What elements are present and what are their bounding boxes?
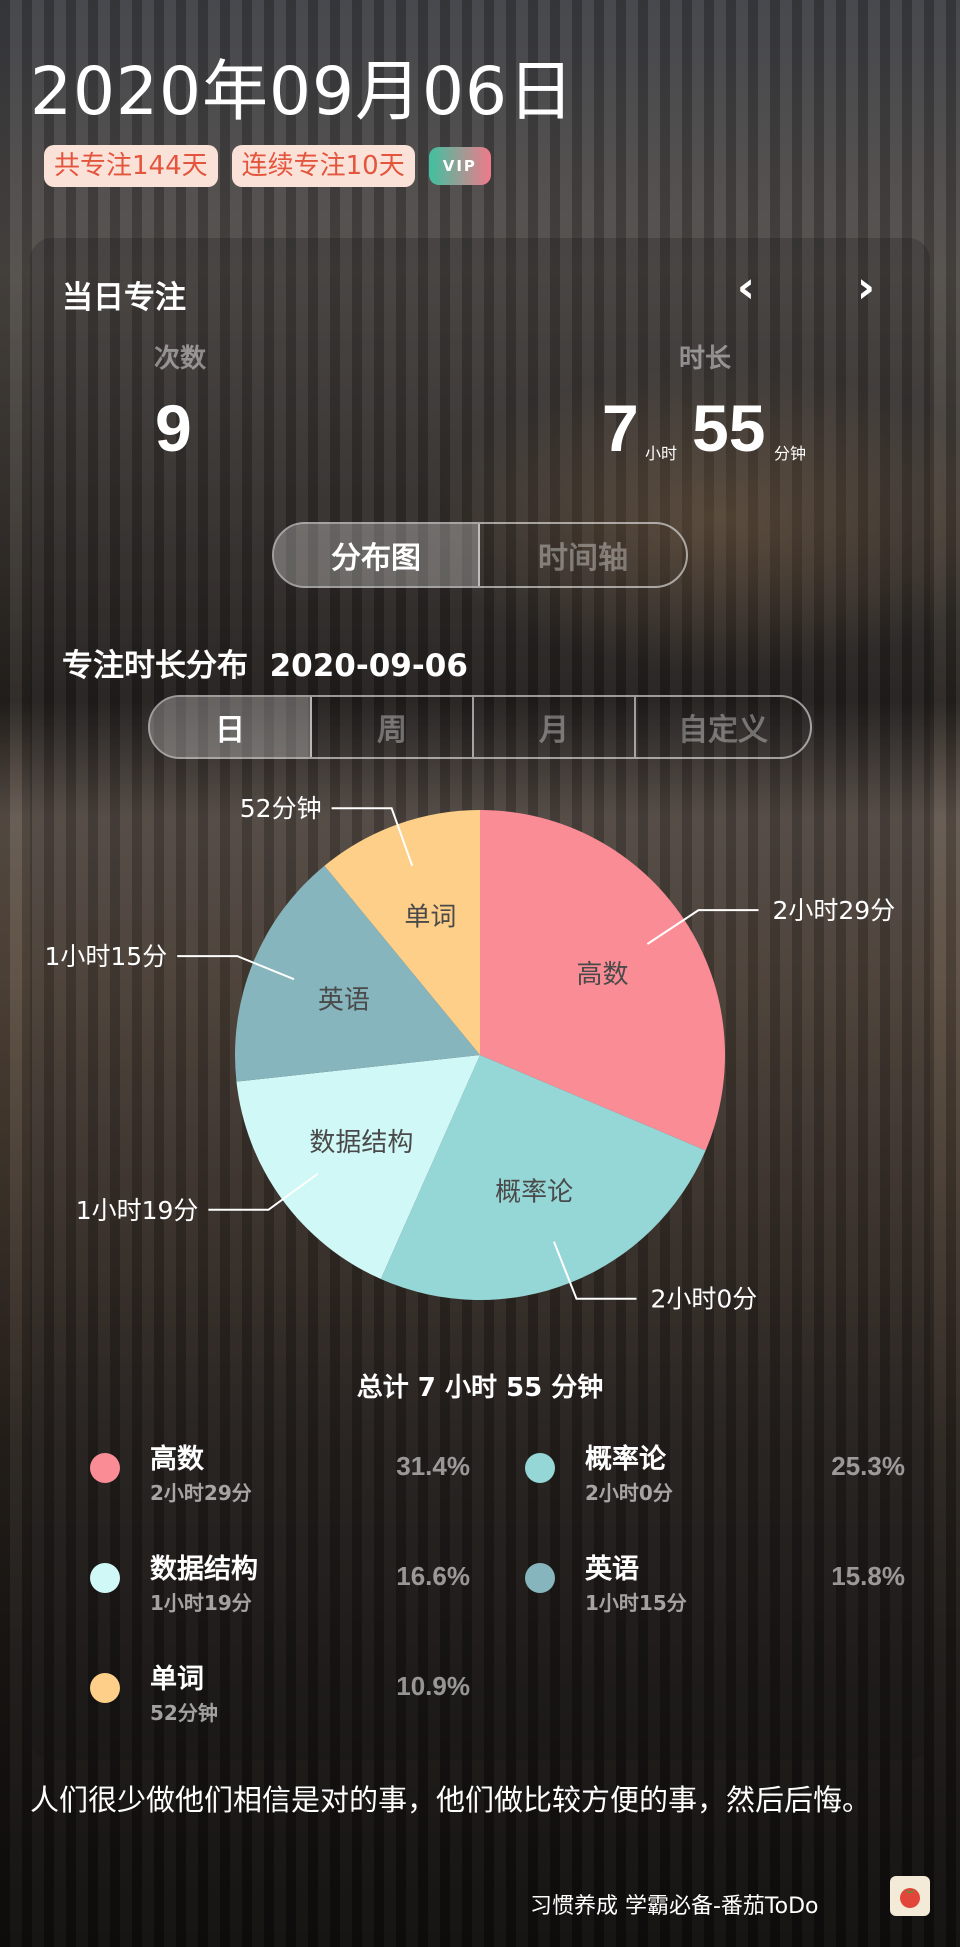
slice-label: 单词 (404, 903, 456, 933)
legend-dot (525, 1453, 555, 1483)
legend-dot (90, 1673, 120, 1703)
legend-time: 1小时15分 (585, 1591, 687, 1615)
legend-dot (90, 1453, 120, 1483)
total-duration: 总计 7 小时 55 分钟 (356, 1373, 604, 1403)
value-label: 1小时19分 (76, 1196, 199, 1225)
legend-name: 英语 (585, 1554, 639, 1585)
legend-item[interactable]: 单词 52分钟 10.9% (90, 1657, 470, 1727)
legend-item[interactable]: 英语 1小时15分 15.8% (525, 1547, 905, 1617)
legend-item[interactable]: 概率论 2小时0分 25.3% (525, 1437, 905, 1507)
legend-name: 数据结构 (150, 1554, 258, 1585)
legend-name: 概率论 (585, 1444, 666, 1475)
value-label: 2小时29分 (773, 896, 896, 925)
slice-label: 英语 (318, 986, 370, 1016)
legend-percent: 16.6% (396, 1561, 470, 1591)
legend-time: 1小时19分 (150, 1591, 252, 1615)
value-label: 52分钟 (240, 794, 322, 823)
legend-name: 单词 (150, 1664, 204, 1695)
slice-label: 概率论 (495, 1178, 573, 1208)
app-brand-text: 习惯养成 学霸必备-番茄ToDo (530, 1894, 819, 1919)
legend-dot (90, 1563, 120, 1593)
slice-label: 高数 (577, 960, 629, 990)
daily-quote: 人们很少做他们相信是对的事，他们做比较方便的事，然后后悔。 (30, 1783, 872, 1817)
legend-item[interactable]: 高数 2小时29分 31.4% (90, 1437, 470, 1507)
legend-dot (525, 1563, 555, 1593)
legend-time: 2小时0分 (585, 1481, 673, 1505)
legend-name: 高数 (150, 1444, 204, 1475)
legend-item[interactable]: 数据结构 1小时19分 16.6% (90, 1547, 470, 1617)
legend-percent: 15.8% (831, 1561, 905, 1591)
tomato-icon (890, 1876, 930, 1916)
slice-label: 数据结构 (309, 1128, 413, 1158)
value-label: 1小时15分 (45, 942, 168, 971)
legend-percent: 25.3% (831, 1451, 905, 1481)
legend-time: 52分钟 (150, 1701, 218, 1725)
value-label: 2小时0分 (651, 1285, 758, 1314)
legend-time: 2小时29分 (150, 1481, 252, 1505)
legend-percent: 10.9% (396, 1671, 470, 1701)
focus-pie-chart: 高数 2小时29分概率论 2小时0分 数据结构 1小时19分 英语 1小时15分 单词 52分钟 (45, 794, 896, 1314)
legend-percent: 31.4% (396, 1451, 470, 1481)
